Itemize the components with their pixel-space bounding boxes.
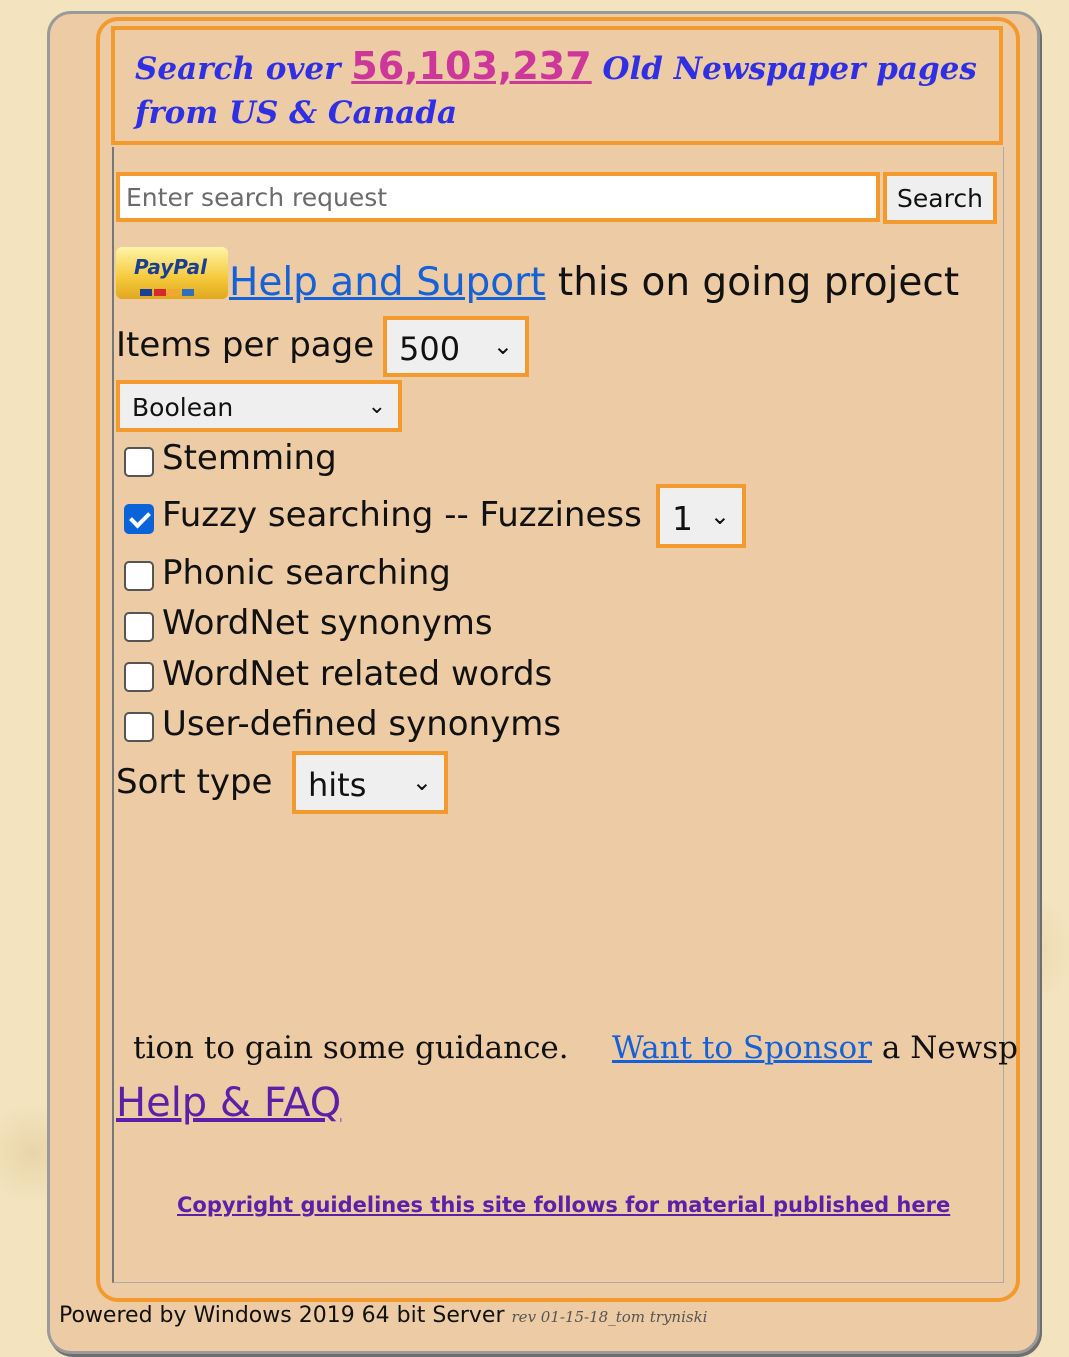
search-input[interactable]: [116, 172, 880, 222]
support-rest-text: this on going project: [545, 260, 960, 305]
fuzziness-value: 1: [672, 499, 693, 538]
phonic-label: Phonic searching: [162, 553, 451, 593]
chevron-down-icon: ⌄: [367, 394, 386, 419]
sponsor-rest-text: a Newsp: [872, 1030, 1018, 1066]
items-per-page-label: Items per page: [116, 325, 375, 365]
search-mode-select[interactable]: Boolean ⌄: [116, 380, 402, 432]
support-line: Help and Suport this on going project: [229, 260, 959, 305]
stemming-checkbox[interactable]: [124, 447, 154, 477]
page-count-link[interactable]: 56,103,237: [351, 44, 591, 88]
fuzzy-checkbox[interactable]: [124, 504, 154, 534]
fuzziness-select[interactable]: 1 ⌄: [656, 484, 746, 548]
footer-powered-text: Powered by Windows 2019 64 bit Server: [59, 1303, 512, 1328]
sponsor-link[interactable]: Want to Sponsor: [612, 1030, 872, 1066]
header-banner: Search over 56,103,237 Old Newspaper pag…: [111, 26, 1003, 145]
wordnet-synonyms-label: WordNet synonyms: [162, 603, 493, 643]
card-logos-icon: [140, 281, 196, 299]
paypal-logo[interactable]: PayPal: [116, 247, 228, 299]
items-per-page-value: 500: [399, 330, 461, 368]
stemming-label: Stemming: [162, 438, 337, 478]
user-synonyms-checkbox[interactable]: [124, 712, 154, 742]
paypal-wordmark: PayPal: [134, 255, 207, 279]
sort-type-label: Sort type: [116, 762, 273, 802]
phonic-checkbox[interactable]: [124, 561, 154, 591]
footer: Powered by Windows 2019 64 bit Server re…: [59, 1303, 707, 1328]
chevron-down-icon: ⌄: [411, 768, 432, 796]
copyright-guidelines-link[interactable]: Copyright guidelines this site follows f…: [177, 1193, 950, 1217]
header-prefix: Search over: [135, 51, 341, 87]
sponsor-line: Want to Sponsor a Newsp: [612, 1030, 1018, 1066]
items-per-page-select[interactable]: 500 ⌄: [383, 316, 529, 377]
fuzzy-label: Fuzzy searching -- Fuzziness: [162, 495, 642, 535]
search-mode-value: Boolean: [132, 393, 234, 422]
scrolling-guidance-text: tion to gain some guidance.: [133, 1030, 569, 1066]
wordnet-related-label: WordNet related words: [162, 654, 553, 694]
sort-type-value: hits: [308, 766, 367, 804]
chevron-down-icon: ⌄: [709, 502, 730, 530]
help-faq-link[interactable]: Help & FAQ: [116, 1080, 341, 1126]
wordnet-related-checkbox[interactable]: [124, 662, 154, 692]
user-synonyms-label: User-defined synonyms: [162, 704, 562, 744]
footer-revision: rev 01-15-18_tom tryniski: [511, 1308, 708, 1326]
sort-type-select[interactable]: hits ⌄: [292, 751, 448, 814]
wordnet-synonyms-checkbox[interactable]: [124, 612, 154, 642]
help-support-link[interactable]: Help and Suport: [229, 260, 546, 305]
header-title: Search over 56,103,237 Old Newspaper pag…: [135, 44, 995, 135]
search-button[interactable]: Search: [883, 172, 997, 224]
paypal-text: PayPal: [134, 255, 208, 279]
chevron-down-icon: ⌄: [492, 332, 513, 360]
